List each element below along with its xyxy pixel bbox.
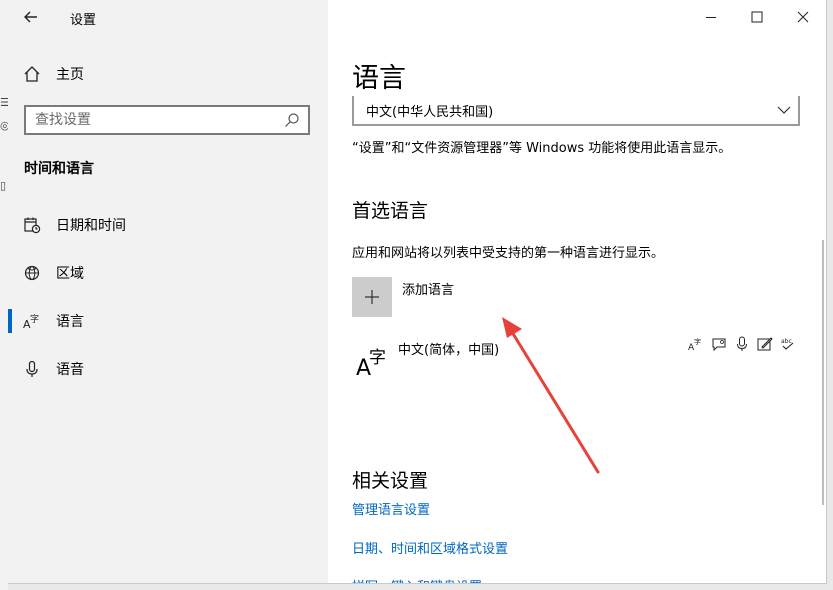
preferred-languages-title: 首选语言 [352, 200, 429, 222]
scrollbar[interactable] [822, 240, 824, 505]
plus-icon [352, 277, 392, 317]
language-list-item[interactable]: A字 中文(简体，中国) A字 abc [352, 335, 802, 385]
minimize-icon [706, 17, 716, 18]
search-box [24, 105, 310, 135]
desktop-edge: ☰ ◎ ▯ [0, 0, 10, 590]
microphone-icon [22, 359, 42, 379]
display-language-icon: A字 [687, 335, 704, 352]
spellcheck-icon: abc [779, 335, 796, 352]
desktop-icon: ▯ [0, 179, 7, 192]
language-features: A字 abc [687, 335, 796, 352]
language-name: 中文(简体，中国) [398, 343, 500, 358]
sidebar: 设置 主页 时间和语言 日期和时间 区域 [8, 0, 328, 583]
sidebar-item-region[interactable]: 区域 [8, 255, 328, 291]
link-spelling-typing-keyboard[interactable]: 拼写、键入和键盘设置 [352, 576, 482, 583]
chevron-down-icon [758, 105, 798, 115]
section-title: 时间和语言 [24, 161, 94, 177]
sidebar-item-label: 区域 [56, 266, 84, 282]
nav-home-label: 主页 [56, 67, 84, 83]
svg-text:字: 字 [30, 313, 39, 325]
search-input[interactable] [26, 107, 280, 133]
language-icon: A字 [352, 339, 392, 381]
add-language-button[interactable]: 添加语言 [352, 277, 454, 317]
svg-text:字: 字 [369, 348, 386, 368]
maximize-icon [751, 11, 763, 23]
sidebar-item-label: 日期和时间 [56, 218, 126, 234]
sidebar-item-label: 语言 [56, 314, 84, 330]
preferred-languages-description: 应用和网站将以列表中受支持的第一种语言进行显示。 [352, 246, 665, 261]
nav-home[interactable]: 主页 [22, 62, 312, 86]
related-settings-title: 相关设置 [352, 470, 429, 492]
home-icon [22, 64, 42, 84]
microphone-icon [733, 335, 750, 352]
page-title: 语言 [352, 63, 406, 94]
calendar-clock-icon [22, 215, 42, 235]
sidebar-item-language[interactable]: A字 语言 [8, 303, 328, 339]
display-language-dropdown[interactable]: 中文(中华人民共和国) [352, 96, 800, 126]
minimize-button[interactable] [688, 0, 734, 34]
link-date-time-region-format[interactable]: 日期、时间和区域格式设置 [352, 538, 508, 557]
settings-window: 设置 主页 时间和语言 日期和时间 区域 [8, 0, 827, 584]
speech-bubble-icon [710, 335, 727, 352]
search-icon[interactable] [280, 108, 304, 132]
link-manage-language-settings[interactable]: 管理语言设置 [352, 499, 430, 518]
sidebar-item-label: 语音 [56, 362, 84, 378]
display-language-description: “设置”和“文件资源管理器”等 Windows 功能将使用此语言显示。 [352, 141, 732, 156]
svg-text:字: 字 [694, 337, 701, 346]
sidebar-item-speech[interactable]: 语音 [8, 351, 328, 387]
app-title: 设置 [70, 13, 97, 28]
handwriting-icon [756, 335, 773, 352]
window-controls [688, 0, 826, 34]
arrow-left-icon [24, 11, 37, 23]
language-icon: A字 [22, 311, 42, 331]
add-language-label: 添加语言 [402, 283, 455, 298]
display-language-value: 中文(中华人民共和国) [366, 104, 494, 120]
maximize-button[interactable] [734, 0, 780, 34]
globe-icon [22, 263, 42, 283]
content-pane: 语言 中文(中华人民共和国) “设置”和“文件资源管理器”等 Windows 功… [328, 0, 826, 583]
close-icon [797, 11, 809, 23]
svg-text:abc: abc [781, 338, 792, 345]
back-button[interactable] [20, 6, 44, 28]
sidebar-item-date-time[interactable]: 日期和时间 [8, 207, 328, 243]
close-button[interactable] [780, 0, 826, 34]
